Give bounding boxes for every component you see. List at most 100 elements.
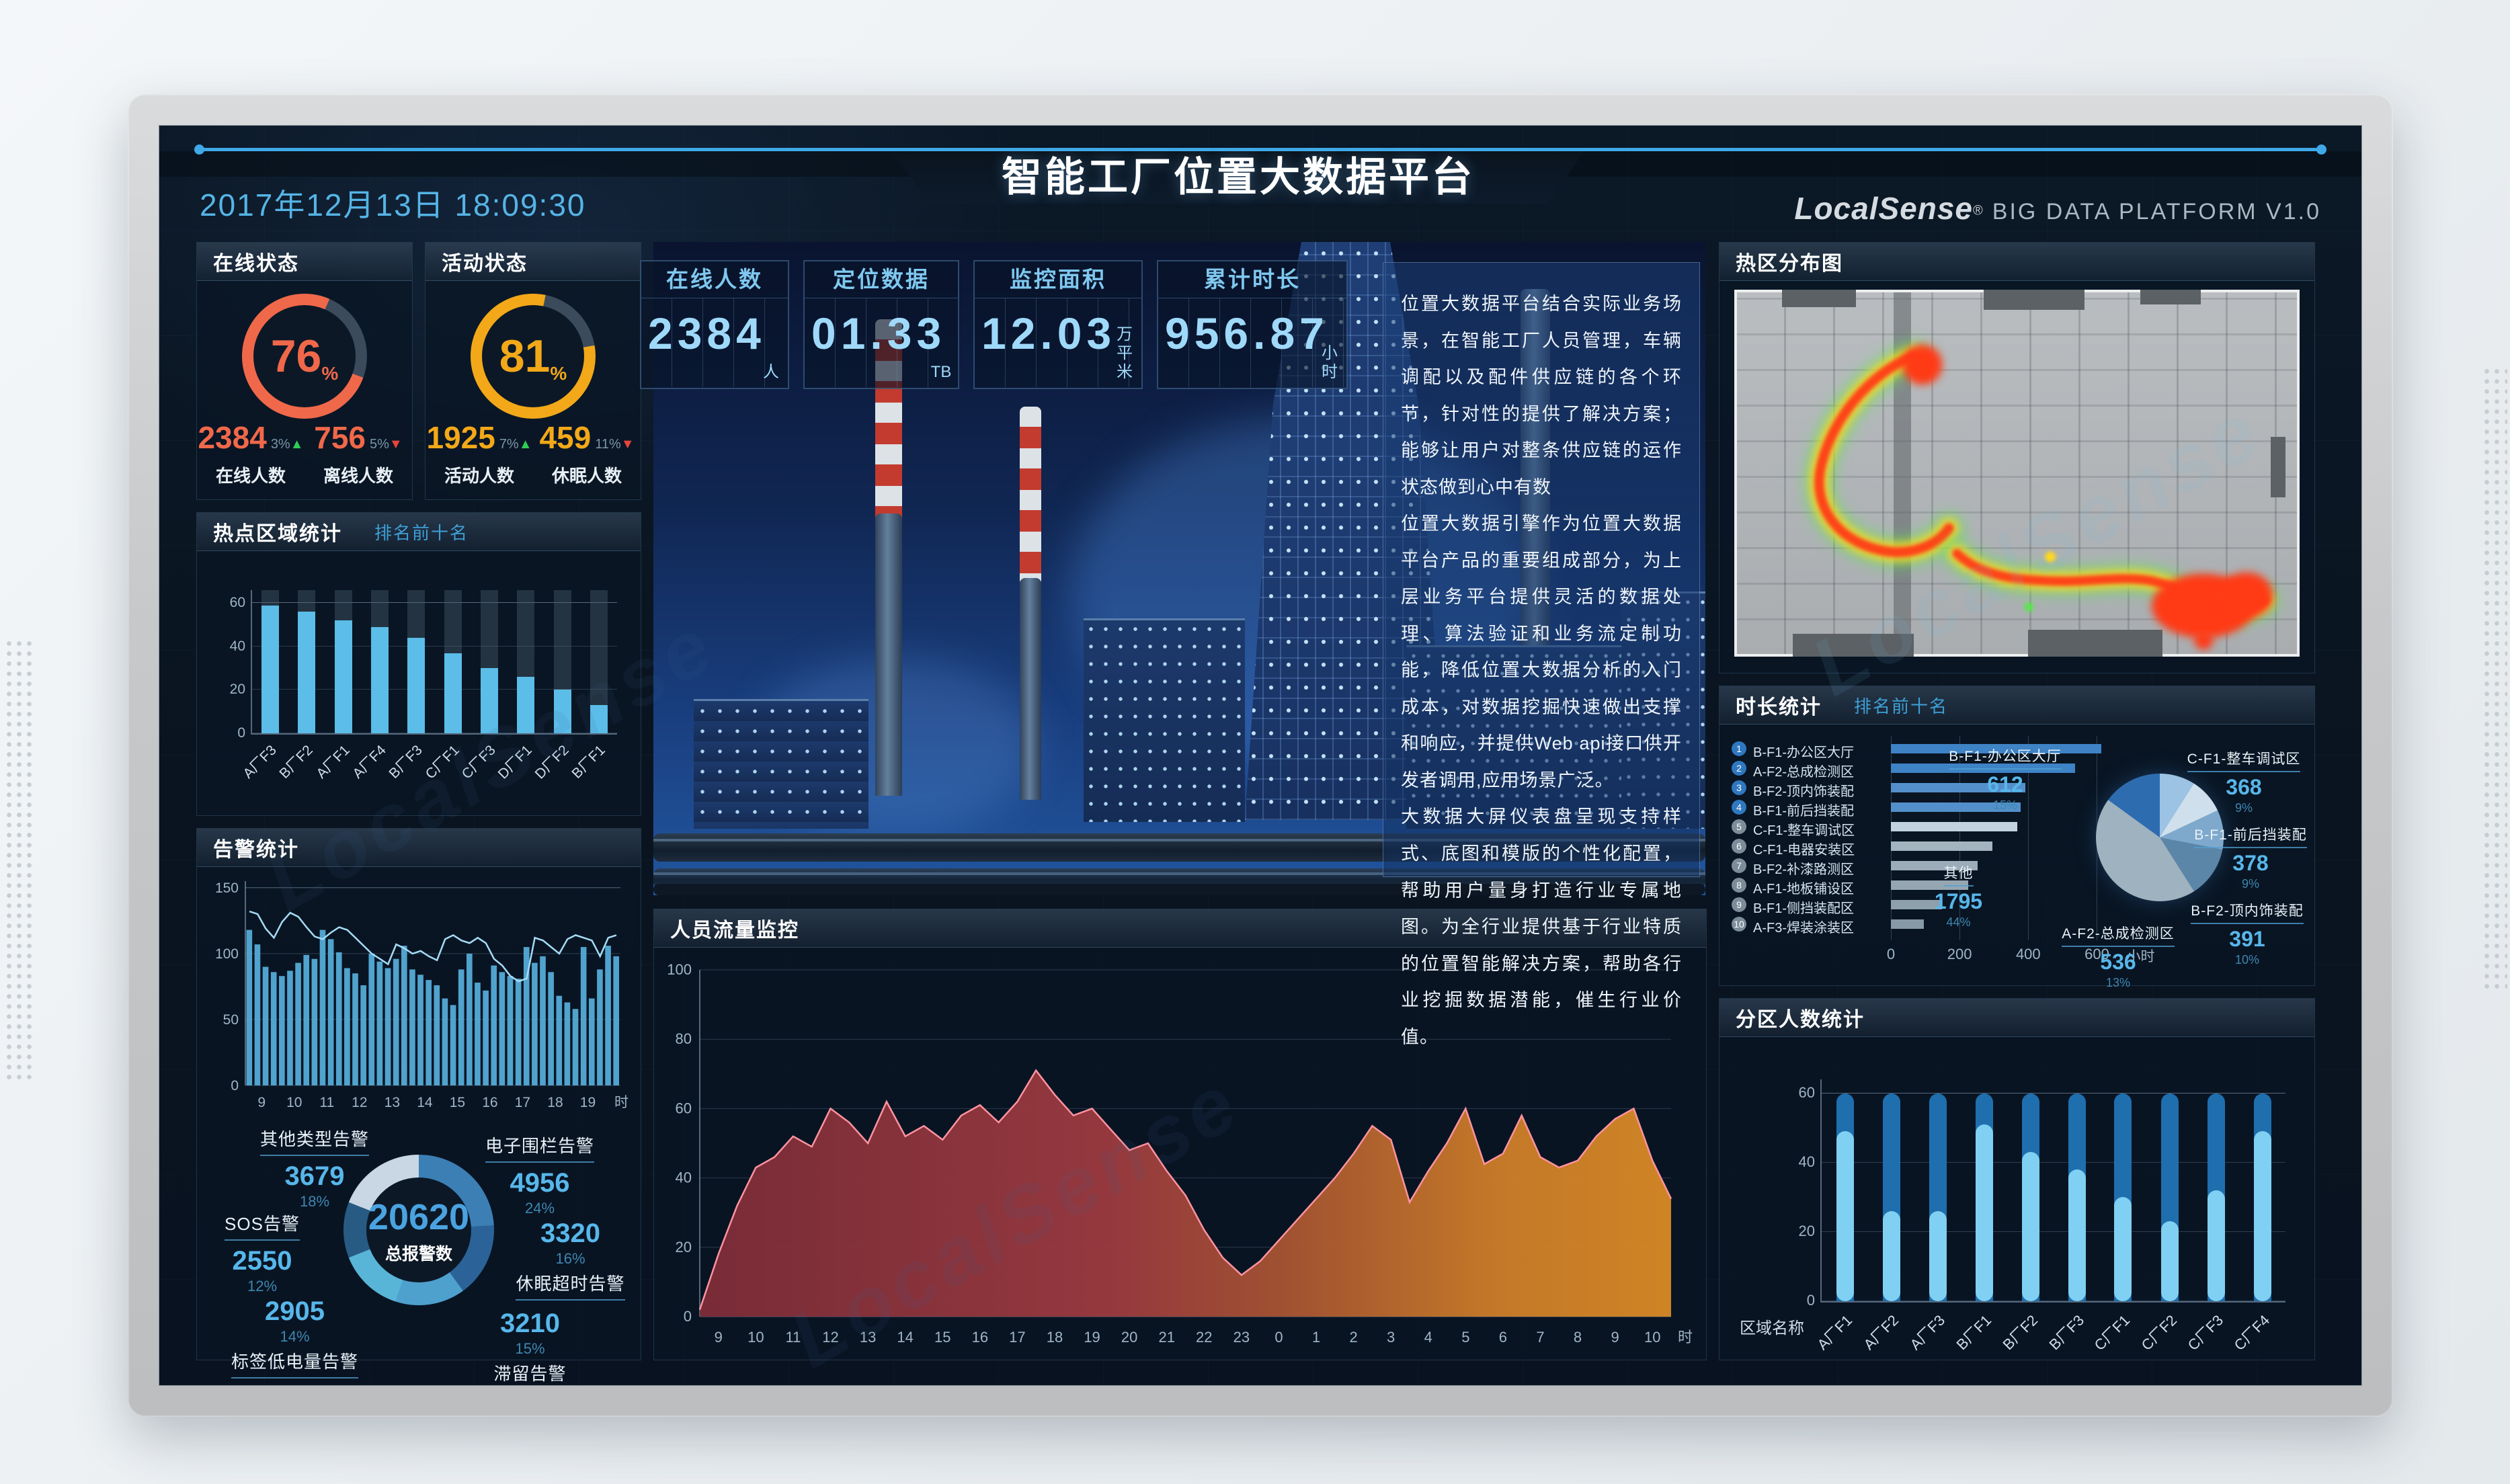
bar — [407, 638, 426, 733]
x-tick-label: 400 — [2015, 946, 2041, 962]
chimney-base — [875, 513, 902, 796]
y-tick-label: 20 — [229, 682, 245, 698]
brand-name: LocalSense — [1794, 191, 1974, 226]
x-category-label: B厂F3 — [2045, 1311, 2087, 1354]
svg-text:60: 60 — [676, 1100, 692, 1116]
header-line-dot-right — [2316, 145, 2326, 155]
background-dot-pattern-left — [4, 638, 35, 1082]
slice-value: 1795 — [1934, 889, 1983, 913]
rank-bullet: 4 — [1732, 800, 1746, 815]
bar-value — [2253, 1131, 2271, 1301]
svg-text:1: 1 — [1312, 1329, 1320, 1346]
kpi-unit: TB — [930, 363, 952, 381]
svg-text:0: 0 — [684, 1308, 692, 1325]
kpi-online-count: 在线人数 2384 人 — [640, 260, 789, 389]
svg-text:23: 23 — [1233, 1329, 1250, 1346]
y-tick-label: 0 — [1806, 1292, 1815, 1309]
x-tick-label: 0 — [1886, 946, 1896, 962]
slice-name: B-F1-前后挡装配 — [2194, 824, 2307, 848]
up-arrow-icon: ▲ — [290, 437, 304, 452]
stat-value: 2384 — [198, 420, 267, 455]
slice-value: 378 — [2232, 851, 2269, 875]
offline-count-stat: 756 5%▼ 离线人数 — [305, 419, 412, 487]
slice-pct: 14% — [280, 1328, 310, 1345]
bar — [590, 705, 608, 733]
row-label: B-F1-侧挡装配区 — [1753, 901, 1854, 916]
down-arrow-icon: ▼ — [389, 437, 403, 452]
rank-bullet: 9 — [1732, 897, 1746, 912]
slice-pct: 15% — [515, 1340, 545, 1357]
pie-callout: B-F2-顶内饰装配 391 10% — [2187, 900, 2308, 967]
x-category-label: A厂F2 — [1859, 1311, 1902, 1354]
slice-value: 3320 — [540, 1219, 600, 1248]
svg-text:21: 21 — [1158, 1329, 1174, 1346]
svg-text:17: 17 — [515, 1095, 530, 1110]
slice-value: 368 — [2226, 775, 2262, 799]
ring-percent-unit: % — [321, 363, 339, 384]
stat-delta: 3% — [270, 437, 290, 452]
pie-callout: 其他 1795 44% — [1920, 862, 1997, 930]
down-arrow-icon: ▼ — [620, 437, 635, 452]
row-label: B-F1-前后挡装配 — [1753, 804, 1854, 819]
svg-text:8: 8 — [1574, 1329, 1582, 1346]
plant-building — [694, 699, 868, 829]
chimney-striped — [1020, 407, 1041, 581]
slice-name: B-F1-办公区大厅 — [1949, 745, 2062, 770]
row-label: C-F1-整车调试区 — [1753, 823, 1855, 838]
stat-label: 休眠人数 — [551, 466, 622, 486]
background-dot-pattern-right — [2482, 366, 2507, 991]
y-tick-label: 60 — [229, 595, 245, 611]
h-bar — [1891, 822, 2017, 831]
rank-bullet: 1 — [1732, 741, 1746, 756]
online-ring-chart: 76% — [242, 294, 367, 419]
svg-text:22: 22 — [1196, 1329, 1212, 1346]
kpi-total-hours: 累计时长 956.87 小时 — [1157, 260, 1348, 389]
slice-name: 电子围栏告警 — [485, 1132, 594, 1163]
svg-text:15: 15 — [934, 1329, 950, 1346]
svg-text:13: 13 — [384, 1095, 400, 1110]
alarm-statistics-panel: 告警统计 0 50 100 150 9 10 11 12 13 14 15 16 17 18 19 时 206… — [196, 828, 641, 1384]
kpi-value: 956.87 — [1165, 308, 1329, 358]
datetime-display: 2017年12月13日 18:09:30 — [200, 188, 586, 222]
svg-text:17: 17 — [1009, 1329, 1025, 1346]
slice-pct: 15% — [1992, 798, 2018, 812]
stat-delta: 11% — [595, 437, 621, 452]
slice-value: 2550 — [232, 1246, 292, 1276]
rank-bullet: 2 — [1732, 761, 1746, 776]
x-category-label: C厂F3 — [2184, 1311, 2226, 1354]
slice-pct: 9% — [2234, 801, 2253, 815]
svg-text:3: 3 — [1387, 1329, 1395, 1346]
activity-ring-chart: 81% — [471, 294, 596, 419]
donut-slice-label: SOS告警 2550 12% — [205, 1210, 319, 1295]
description-paragraph: 位置大数据引擎作为位置大数据平台产品的重要组成部分，为上层业务平台提供灵活的数据… — [1401, 513, 1682, 790]
bar-value — [2160, 1221, 2179, 1301]
svg-text:5: 5 — [1461, 1329, 1469, 1346]
stat-value: 756 — [314, 420, 366, 455]
row-label: B-F2-补漆路测区 — [1753, 862, 1854, 877]
stat-label: 活动人数 — [444, 466, 514, 486]
header-line-dot-left — [194, 145, 204, 155]
bar-value — [2207, 1190, 2225, 1301]
bar — [553, 690, 571, 733]
svg-text:0: 0 — [231, 1078, 239, 1094]
x-category-label: B厂F2 — [1998, 1311, 2041, 1354]
svg-text:80: 80 — [676, 1030, 692, 1047]
x-category-label: C厂F1 — [2091, 1311, 2134, 1354]
slice-value: 3679 — [284, 1161, 345, 1191]
svg-text:16: 16 — [972, 1329, 988, 1346]
bar-value — [1836, 1131, 1854, 1301]
duration-statistics-panel: 时长统计 排名前十名 0 200 400 600 小时 1 B-F1-办公区大厅 2 A-F2-… — [1719, 686, 2315, 989]
slice-name: 其他 — [1943, 862, 1974, 887]
svg-text:10: 10 — [747, 1329, 764, 1346]
heat-distribution-panel: 热区分布图 — [1719, 242, 2315, 673]
bar-value — [2021, 1152, 2039, 1301]
bar — [261, 605, 280, 733]
slice-value: 612 — [1987, 772, 2023, 796]
kpi-unit: 小时 — [1322, 344, 1338, 381]
pie-callout: B-F1-前后挡装配 378 9% — [2193, 824, 2308, 891]
svg-text:100: 100 — [215, 946, 239, 962]
ring-percent: 81 — [499, 331, 551, 382]
svg-text:时: 时 — [1678, 1329, 1693, 1346]
svg-text:19: 19 — [1084, 1329, 1100, 1346]
bar-value — [2068, 1169, 2086, 1301]
